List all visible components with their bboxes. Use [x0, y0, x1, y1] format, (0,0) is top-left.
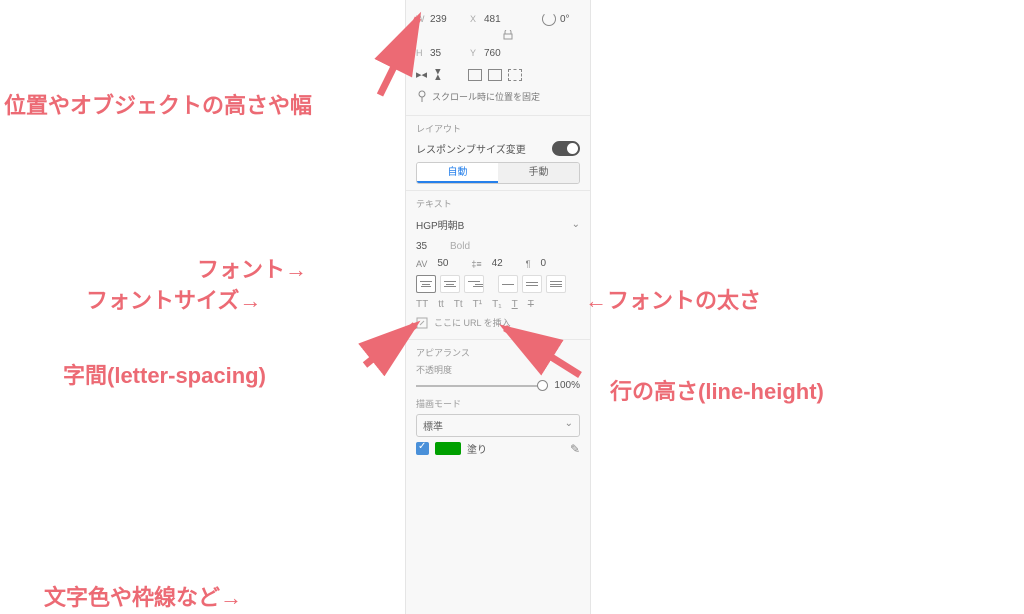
- titlecase-button[interactable]: Tt: [454, 299, 463, 310]
- fill-checkbox[interactable]: [416, 442, 429, 455]
- fill-label: 塗り: [467, 441, 487, 456]
- annotation-letter-spacing: 字間(letter-spacing): [63, 358, 266, 390]
- fill-swatch[interactable]: [435, 442, 461, 455]
- align-center-button[interactable]: [440, 275, 460, 293]
- link-icon[interactable]: [416, 317, 428, 329]
- appearance-section: アピアランス 不透明度 100% 描画モード 標準 ⌄ 塗り ✎: [406, 340, 590, 466]
- height-input[interactable]: [430, 48, 466, 59]
- seg-manual[interactable]: 手動: [498, 163, 579, 183]
- transform-section: W X H Y ▸◂ ▸◂ スクロール時に位置を固定: [406, 0, 590, 116]
- layout-section: レイアウト レスポンシブサイズ変更 自動 手動: [406, 116, 590, 191]
- layout-title: レイアウト: [416, 122, 580, 135]
- flip-h-icon[interactable]: ▸◂: [416, 68, 427, 81]
- rotate-icon: [542, 12, 556, 26]
- align-right-button[interactable]: [464, 275, 484, 293]
- appearance-title: アピアランス: [416, 346, 580, 359]
- y-label: Y: [470, 48, 480, 58]
- flip-v-icon[interactable]: ▸◂: [432, 69, 445, 80]
- letter-spacing-input[interactable]: [437, 258, 461, 269]
- align-r-icon[interactable]: [488, 69, 502, 81]
- chevron-down-icon: ⌄: [565, 418, 573, 433]
- blend-mode-select[interactable]: 標準 ⌄: [416, 414, 580, 437]
- align-left-button[interactable]: [416, 275, 436, 293]
- annotation-font-size: フォントサイズ→: [86, 283, 261, 315]
- valign-top-button[interactable]: [498, 275, 518, 293]
- para-spacing-input[interactable]: [540, 258, 556, 269]
- blend-label: 描画モード: [416, 397, 580, 410]
- font-family-select[interactable]: HGP明朝B ⌄: [416, 214, 580, 235]
- url-placeholder[interactable]: ここに URL を挿入: [434, 316, 511, 329]
- responsive-mode-segment[interactable]: 自動 手動: [416, 162, 580, 184]
- properties-panel: W X H Y ▸◂ ▸◂ スクロール時に位置を固定: [405, 0, 591, 614]
- chevron-down-icon: ⌄: [572, 219, 580, 230]
- annotation-color-border: 文字色や枠線など→: [44, 580, 242, 612]
- responsive-toggle[interactable]: [552, 141, 580, 156]
- slider-thumb[interactable]: [537, 380, 548, 391]
- valign-bot-button[interactable]: [546, 275, 566, 293]
- underline-button[interactable]: T: [512, 299, 518, 310]
- font-family-value: HGP明朝B: [416, 217, 464, 232]
- x-label: X: [470, 14, 480, 24]
- opacity-label: 不透明度: [416, 363, 580, 376]
- align-l-icon[interactable]: [468, 69, 482, 81]
- y-input[interactable]: [484, 48, 520, 59]
- annotation-pos-size: 位置やオブジェクトの高さや幅: [4, 88, 312, 120]
- lock-aspect-icon[interactable]: [503, 30, 513, 40]
- rotation-input[interactable]: [560, 14, 580, 25]
- pin-icon[interactable]: [416, 90, 428, 102]
- blend-value: 標準: [423, 418, 443, 433]
- line-height-input[interactable]: [492, 258, 516, 269]
- opacity-slider[interactable]: [416, 385, 548, 387]
- h-label: H: [416, 48, 426, 58]
- font-weight-select[interactable]: Bold: [450, 241, 470, 252]
- seg-auto[interactable]: 自動: [417, 163, 498, 183]
- subscript-button[interactable]: T₁: [492, 299, 501, 310]
- lowercase-button[interactable]: tt: [438, 299, 444, 310]
- w-label: W: [416, 14, 426, 24]
- scroll-fix-label: スクロール時に位置を固定: [432, 90, 540, 103]
- align-full-icon[interactable]: [508, 69, 522, 81]
- x-input[interactable]: [484, 14, 520, 25]
- valign-mid-button[interactable]: [522, 275, 542, 293]
- uppercase-button[interactable]: TT: [416, 299, 428, 310]
- superscript-button[interactable]: T¹: [473, 299, 482, 310]
- annotation-line-height: 行の高さ(line-height): [610, 374, 824, 406]
- strike-button[interactable]: T: [528, 299, 534, 310]
- para-spacing-icon: ¶: [526, 259, 531, 269]
- text-section: テキスト HGP明朝B ⌄ Bold AV ‡≡ ¶ TT: [406, 191, 590, 340]
- letter-spacing-icon: AV: [416, 259, 427, 269]
- text-title: テキスト: [416, 197, 580, 210]
- responsive-label: レスポンシブサイズ変更: [416, 141, 526, 156]
- annotation-font: フォント→: [197, 252, 307, 284]
- width-input[interactable]: [430, 14, 466, 25]
- annotation-font-weight: ←フォントの太さ: [585, 283, 761, 315]
- opacity-value: 100%: [554, 380, 580, 391]
- line-height-icon: ‡≡: [471, 259, 481, 269]
- font-size-input[interactable]: [416, 241, 440, 252]
- eyedropper-icon[interactable]: ✎: [570, 442, 580, 456]
